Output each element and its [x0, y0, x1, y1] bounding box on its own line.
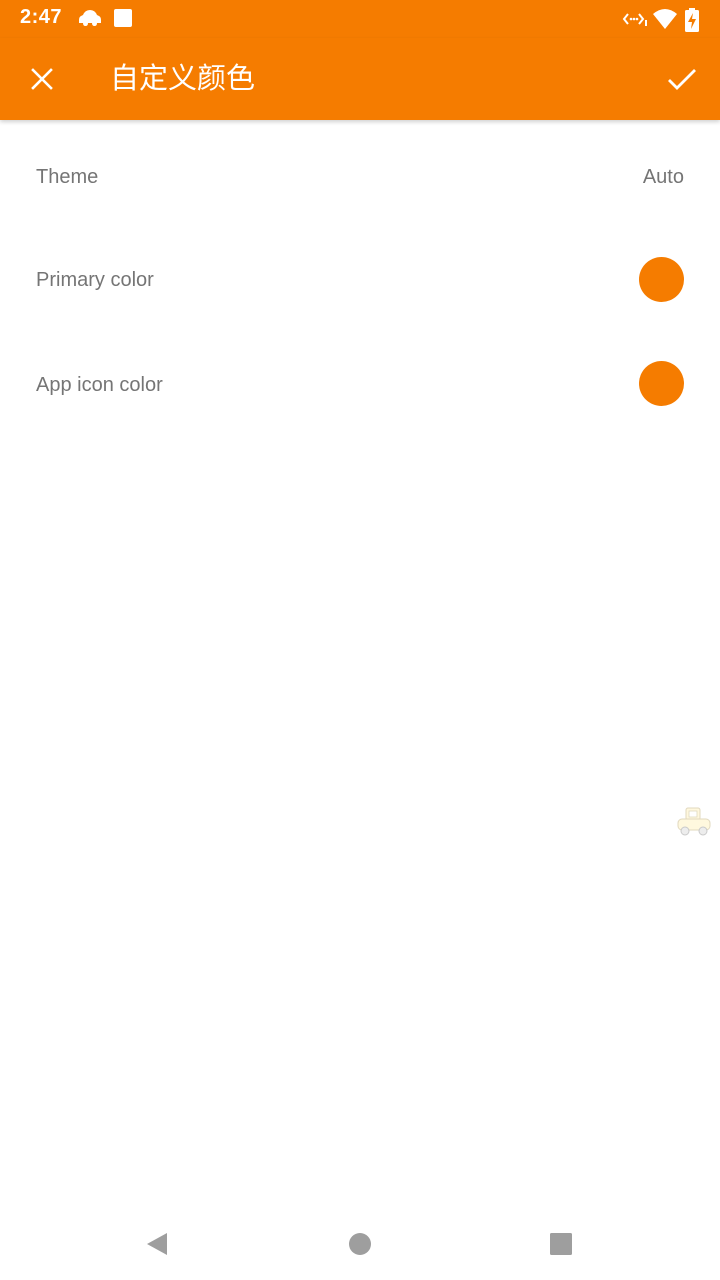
primary-color-row[interactable]: Primary color [0, 224, 720, 328]
square-notification-icon [113, 8, 135, 30]
recents-icon[interactable] [548, 1230, 576, 1258]
theme-value: Auto [642, 166, 684, 188]
close-icon [31, 68, 53, 90]
app-bar: 自定义颜色 [0, 38, 720, 120]
back-icon[interactable] [143, 1230, 171, 1258]
settings-list: Theme Auto Primary color App icon color [0, 120, 720, 432]
car-notification-icon [78, 8, 101, 30]
navigation-bar [0, 1208, 720, 1280]
primary-color-label: Primary color [36, 269, 154, 291]
status-time: 2:47 [20, 6, 63, 28]
status-bar: 2:47 [0, 0, 720, 38]
floating-car-icon[interactable] [676, 806, 712, 838]
screen: 2:47 自定义颜色 Theme Auto Primary color App … [0, 0, 720, 1280]
home-icon[interactable] [347, 1230, 375, 1258]
primary-color-swatch[interactable] [639, 257, 684, 302]
app-icon-color-swatch[interactable] [639, 361, 684, 406]
app-icon-color-label: App icon color [36, 374, 163, 396]
check-icon [668, 69, 696, 90]
app-icon-color-row[interactable]: App icon color [0, 328, 720, 432]
theme-label: Theme [36, 166, 99, 188]
page-title: 自定义颜色 [110, 61, 256, 95]
wifi-icon [652, 8, 678, 30]
theme-setting-row[interactable]: Theme Auto [0, 120, 720, 224]
data-transfer-icon [622, 8, 648, 30]
battery-charging-icon [685, 8, 701, 32]
confirm-button[interactable] [658, 55, 706, 103]
close-button[interactable] [20, 57, 64, 101]
